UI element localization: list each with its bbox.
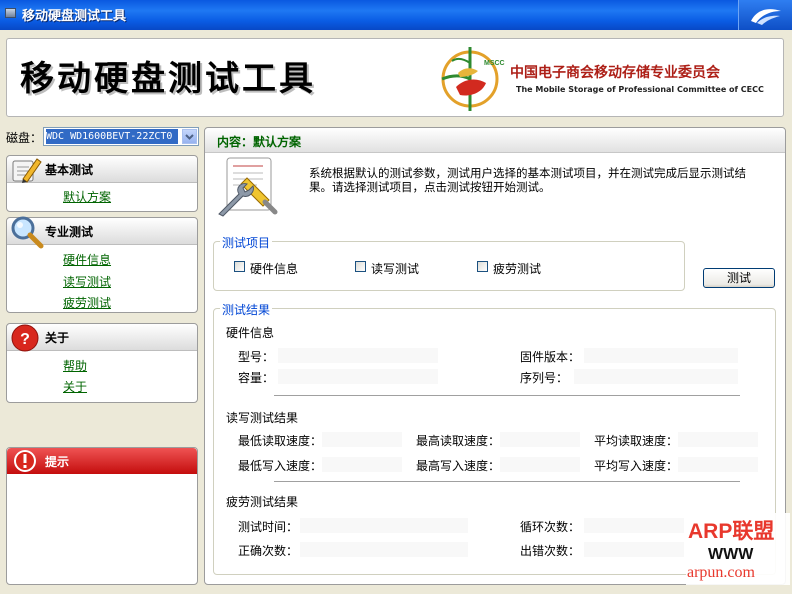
rw-section-title: 读写测试结果 xyxy=(226,411,299,425)
avg-read-value xyxy=(678,432,758,447)
test-button[interactable]: 测试 xyxy=(703,268,775,288)
min-read-label: 最低读取速度： xyxy=(238,434,323,448)
sidebar-item-default-plan[interactable]: 默认方案 xyxy=(63,188,111,205)
banner-title: 移动硬盘测试工具 xyxy=(20,59,316,99)
panel-basic-test: 基本测试 默认方案 xyxy=(6,155,198,212)
sidebar-item-rw-test[interactable]: 读写测试 xyxy=(63,273,111,290)
panel-tip: 提示 xyxy=(6,447,198,585)
content-title: 内容：默认方案 xyxy=(217,135,302,149)
separator xyxy=(274,481,740,482)
firmware-label: 固件版本： xyxy=(520,350,581,364)
test-items-group: 测试项目 硬件信息 读写测试 疲劳测试 xyxy=(213,234,685,291)
logo-text: MSCC xyxy=(484,60,505,67)
help-icon: ? xyxy=(11,324,39,352)
separator xyxy=(274,395,740,396)
document-wrench-icon xyxy=(218,157,278,217)
watermark-line2: WWW xyxy=(708,546,754,563)
hardware-section-title: 硬件信息 xyxy=(226,326,275,340)
watermark: ARP联盟 WWW arpun.com xyxy=(686,513,790,585)
test-time-value xyxy=(300,518,468,533)
test-results-legend: 测试结果 xyxy=(220,301,273,318)
correct-count-value xyxy=(300,542,468,557)
window-title: 移动硬盘测试工具 xyxy=(22,9,127,24)
disk-dropdown[interactable]: WDC WD1600BEVT-22ZCT0 xyxy=(43,127,199,146)
swoosh-icon xyxy=(751,9,781,25)
panel-pro-test-header[interactable]: 专业测试 xyxy=(7,216,197,249)
error-count-value xyxy=(584,542,684,557)
header-banner: 移动硬盘测试工具 MSCC 中国电子商会移动存储专业委员会 The Mobile… xyxy=(6,38,784,117)
panel-tip-title: 提示 xyxy=(45,455,70,469)
max-read-value xyxy=(500,432,580,447)
loops-label: 循环次数： xyxy=(520,520,581,534)
avg-write-label: 平均写入速度： xyxy=(594,459,679,473)
fatigue-section-title: 疲劳测试结果 xyxy=(226,495,299,509)
checkbox-box[interactable] xyxy=(355,261,366,272)
disk-dropdown-value: WDC WD1600BEVT-22ZCT0 xyxy=(46,129,178,144)
sidebar-item-hardware-info[interactable]: 硬件信息 xyxy=(63,251,111,268)
window-corner-button[interactable] xyxy=(738,0,792,30)
capacity-label: 容量： xyxy=(238,371,275,385)
model-value xyxy=(278,348,438,363)
serial-label: 序列号： xyxy=(520,371,569,385)
checkbox-label: 疲劳测试 xyxy=(493,262,542,276)
content-description: 系统根据默认的测试参数，测试用户选择的基本测试项目，并在测试完成后显示测试结果。… xyxy=(309,166,746,194)
max-read-label: 最高读取速度： xyxy=(416,434,501,448)
firmware-value xyxy=(584,348,738,363)
max-write-label: 最高写入速度： xyxy=(416,459,501,473)
app-icon xyxy=(5,8,16,18)
panel-basic-test-title: 基本测试 xyxy=(45,163,94,177)
magnifier-icon xyxy=(11,216,44,249)
correct-count-label: 正确次数： xyxy=(238,544,299,558)
watermark-line1: ARP联盟 xyxy=(688,520,775,543)
panel-basic-test-header[interactable]: 基本测试 xyxy=(7,156,197,183)
warning-icon xyxy=(14,450,36,472)
sidebar-item-fatigue-test[interactable]: 疲劳测试 xyxy=(63,294,111,311)
loops-value xyxy=(584,518,684,533)
min-write-label: 最低写入速度： xyxy=(238,459,323,473)
checkbox-box[interactable] xyxy=(234,261,245,272)
pencil-notebook-icon xyxy=(12,158,42,183)
organization-name-en: The Mobile Storage of Professional Commi… xyxy=(516,85,764,94)
avg-read-label: 平均读取速度： xyxy=(594,434,679,448)
avg-write-value xyxy=(678,457,758,472)
panel-pro-test: 专业测试 硬件信息 读写测试 疲劳测试 xyxy=(6,216,198,313)
sidebar-item-about[interactable]: 关于 xyxy=(63,378,87,395)
panel-tip-header: 提示 xyxy=(7,448,197,474)
min-write-value xyxy=(322,457,402,472)
model-label: 型号： xyxy=(238,350,275,364)
min-read-value xyxy=(322,432,402,447)
sidebar-item-help[interactable]: 帮助 xyxy=(63,357,87,374)
panel-about: ? 关于 帮助 关于 xyxy=(6,323,198,403)
organization-name-cn: 中国电子商会移动存储专业委员会 xyxy=(510,65,720,81)
test-time-label: 测试时间： xyxy=(238,520,299,534)
checkbox-label: 读写测试 xyxy=(371,262,420,276)
panel-about-title: 关于 xyxy=(45,331,70,345)
disk-label: 磁盘： xyxy=(6,131,43,145)
serial-value xyxy=(574,369,738,384)
panel-pro-test-title: 专业测试 xyxy=(45,225,94,239)
title-bar[interactable]: 移动硬盘测试工具 xyxy=(0,0,792,30)
checkbox-label: 硬件信息 xyxy=(250,262,299,276)
chevron-down-icon[interactable] xyxy=(182,129,197,144)
panel-about-header[interactable]: ? 关于 xyxy=(7,324,197,352)
error-count-label: 出错次数： xyxy=(520,544,581,558)
checkbox-box[interactable] xyxy=(477,261,488,272)
svg-text:?: ? xyxy=(20,331,30,348)
test-items-legend: 测试项目 xyxy=(220,234,273,251)
content-header: 内容：默认方案 xyxy=(205,128,785,153)
capacity-value xyxy=(278,369,438,384)
watermark-line3: arpun.com xyxy=(687,564,755,581)
mscc-logo-icon: MSCC xyxy=(441,47,505,111)
max-write-value xyxy=(500,457,580,472)
